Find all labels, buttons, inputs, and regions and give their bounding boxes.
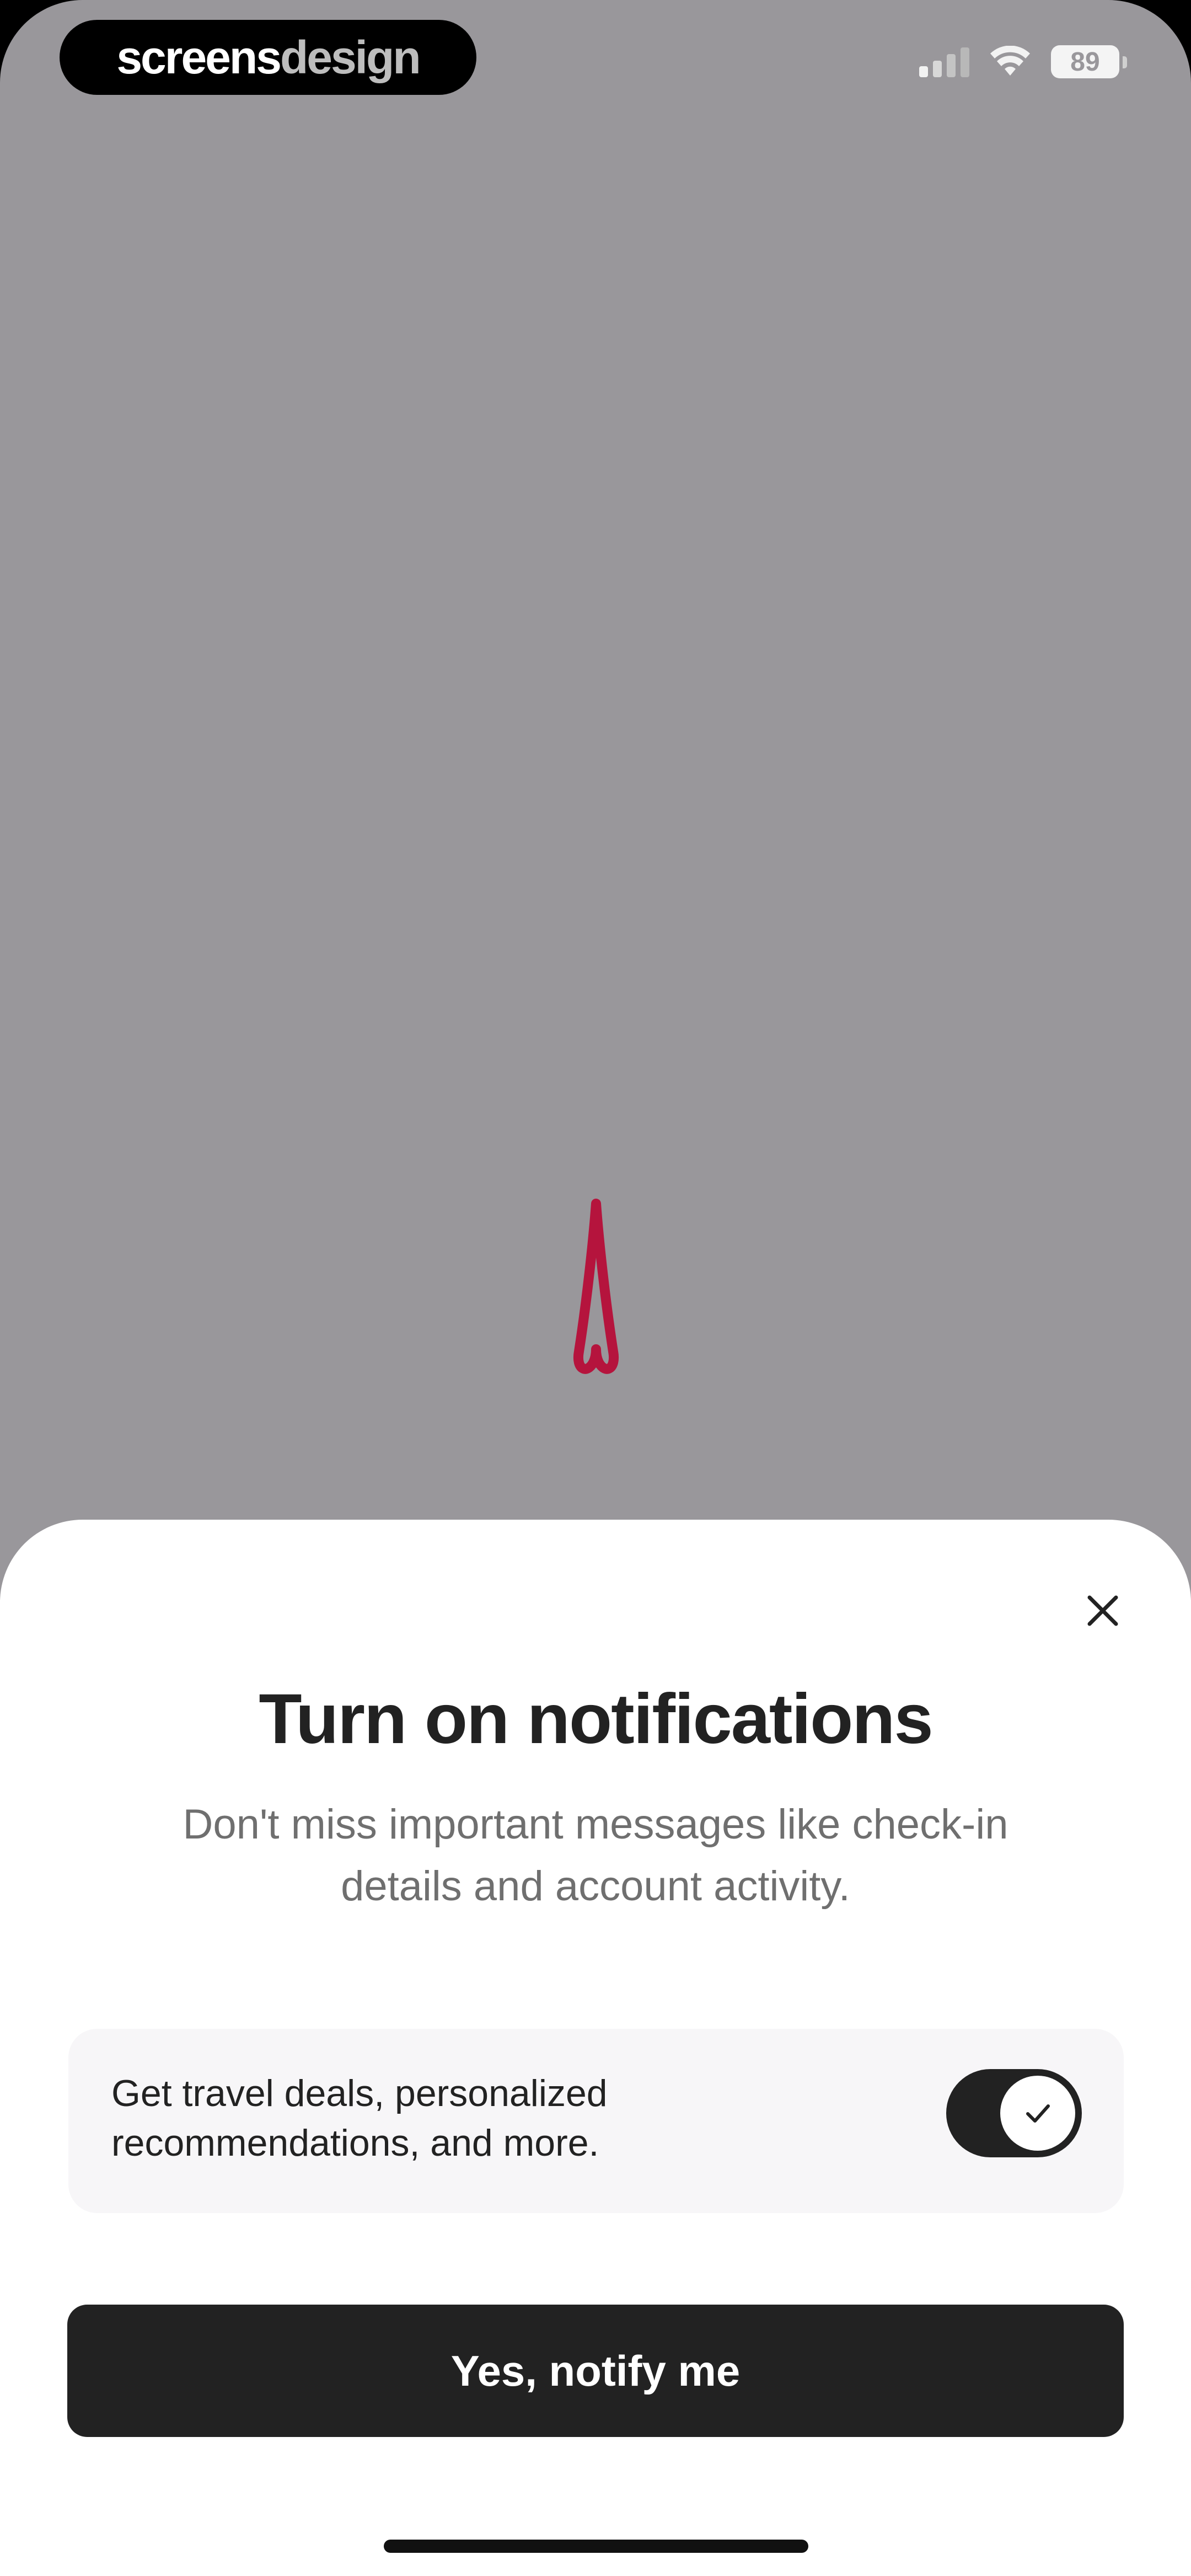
watermark-text-primary: screens bbox=[116, 31, 282, 83]
status-bar: 89 bbox=[919, 45, 1127, 78]
checkmark-icon bbox=[1026, 2104, 1050, 2123]
option-label: Get travel deals, personalized recommend… bbox=[111, 2072, 608, 2164]
cellular-signal-icon bbox=[919, 46, 969, 77]
sheet-title: Turn on notifications bbox=[259, 1680, 933, 1759]
toggle-knob bbox=[1000, 2076, 1075, 2151]
marketing-notifications-toggle[interactable] bbox=[946, 2069, 1082, 2157]
home-indicator bbox=[384, 2540, 808, 2553]
airbnb-logo-loading-icon bbox=[573, 1199, 619, 1374]
wifi-icon bbox=[990, 46, 1030, 76]
battery-icon: 89 bbox=[1051, 45, 1127, 78]
watermark-badge: screens design bbox=[60, 20, 476, 95]
close-icon bbox=[1087, 1595, 1118, 1626]
battery-level: 89 bbox=[1070, 47, 1100, 77]
marketing-notifications-option: Get travel deals, personalized recommend… bbox=[68, 2029, 1124, 2213]
close-button[interactable] bbox=[1075, 1583, 1130, 1638]
watermark-text-secondary: design bbox=[280, 31, 421, 83]
screen: screens design 89 Turn on notifications D… bbox=[0, 0, 1191, 2576]
sheet-subtitle: Don't miss important messages like check… bbox=[183, 1801, 1008, 1910]
yes-notify-me-button[interactable]: Yes, notify me bbox=[67, 2305, 1124, 2437]
